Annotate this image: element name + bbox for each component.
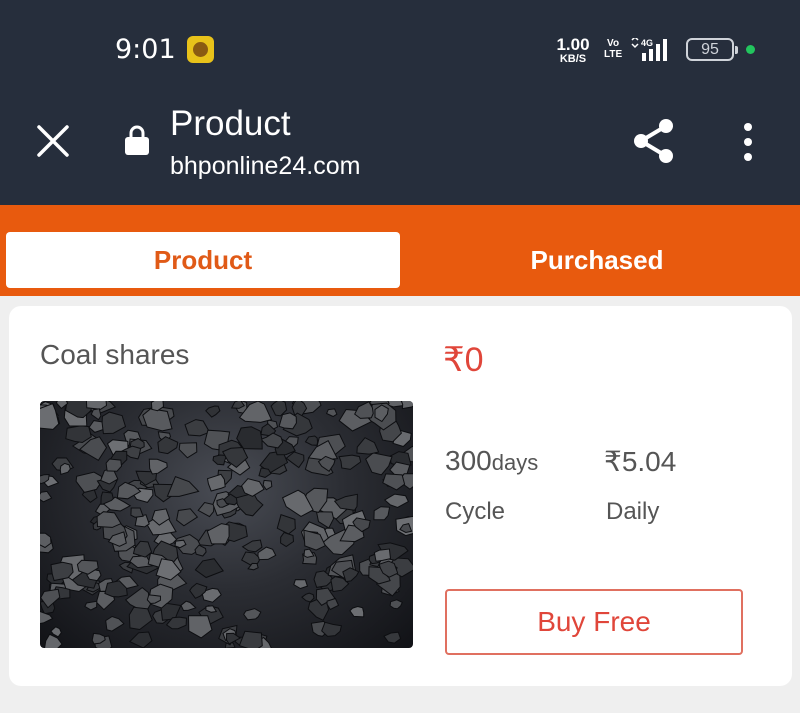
more-vertical-icon[interactable] xyxy=(740,122,756,162)
product-card: Coal shares ₹0 300days ₹5.04 Cycle Daily… xyxy=(9,306,792,686)
network-speed-unit: KB/S xyxy=(559,53,587,65)
daily-label: Daily xyxy=(606,498,660,525)
privacy-indicator-dot xyxy=(746,45,755,54)
product-price: ₹0 xyxy=(443,341,484,379)
tab-product[interactable]: Product xyxy=(6,232,400,288)
page-title: Product xyxy=(170,104,291,143)
top-bar: 9:01 1.00 KB/S Vo LTE 4G 95 Product bhpo… xyxy=(0,0,800,205)
cycle-value: 300days xyxy=(445,445,538,477)
close-icon[interactable] xyxy=(36,124,70,158)
product-image xyxy=(40,401,413,648)
volte-top-label: Vo xyxy=(607,38,620,49)
status-time: 9:01 xyxy=(115,34,176,65)
network-speed-value: 1.00 xyxy=(556,35,590,54)
tab-bar: Product Purchased xyxy=(0,205,800,296)
cycle-label: Cycle xyxy=(445,498,506,525)
network-type-label: 4G xyxy=(641,38,653,48)
battery-icon: 95 xyxy=(686,38,738,61)
page-url: bhponline24.com xyxy=(170,152,361,180)
product-name: Coal shares xyxy=(40,339,190,370)
volte-indicator: Vo LTE xyxy=(604,38,622,60)
lock-icon xyxy=(125,125,149,155)
coal-pieces-illustration xyxy=(40,401,413,648)
volte-bottom-label: LTE xyxy=(604,49,623,60)
network-speed: 1.00 KB/S xyxy=(554,36,592,65)
buy-free-button[interactable]: Buy Free xyxy=(445,589,743,655)
daily-value: ₹5.04 xyxy=(604,446,677,477)
cycle-number: 300 xyxy=(445,445,492,476)
app-notification-icon xyxy=(187,36,214,63)
cycle-unit: days xyxy=(491,450,539,475)
tab-purchased[interactable]: Purchased xyxy=(400,232,794,288)
signal-strength-icon: 4G xyxy=(631,38,667,61)
share-icon[interactable] xyxy=(632,117,676,165)
